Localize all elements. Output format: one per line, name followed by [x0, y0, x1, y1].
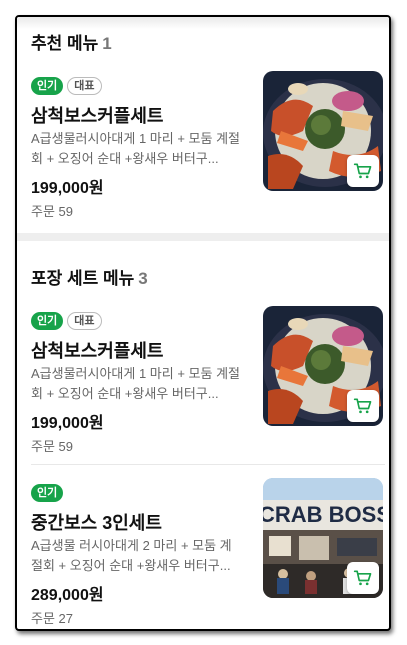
section-title-recommended: 추천 메뉴 1	[31, 29, 112, 54]
cart-icon	[353, 570, 372, 586]
add-to-cart-button[interactable]	[347, 390, 379, 422]
popular-badge: 인기	[31, 484, 64, 502]
popular-badge: 인기	[31, 77, 64, 95]
item-order-count: 주문 27	[31, 611, 73, 626]
section-count: 1	[102, 34, 112, 53]
item-badges: 인기	[31, 484, 64, 502]
section-divider	[17, 233, 389, 241]
add-to-cart-button[interactable]	[347, 562, 379, 594]
section-count: 3	[138, 269, 148, 288]
section-title-text: 포장 세트 메뉴	[31, 269, 135, 288]
item-badges: 인기 대표	[31, 77, 102, 95]
popular-badge: 인기	[31, 312, 64, 330]
section-title-text: 추천 메뉴	[31, 34, 99, 53]
item-order-count: 주문 59	[31, 204, 73, 219]
item-divider	[31, 464, 385, 465]
section-title-takeout-sets: 포장 세트 메뉴 3	[31, 264, 148, 289]
scroll-shadow	[17, 17, 389, 29]
item-description: A급생물러시아대게 1 마리 + 모둠 계절회 + 오징어 순대 +왕새우 버터…	[31, 131, 240, 166]
item-description: A급생물 러시아대게 2 마리 + 모둠 계절회 + 오징어 순대 +왕새우 버…	[31, 538, 232, 573]
representative-badge: 대표	[67, 77, 102, 95]
representative-badge: 대표	[67, 312, 102, 330]
cart-icon	[353, 398, 372, 414]
item-order-count: 주문 59	[31, 439, 73, 454]
item-description: A급생물러시아대게 1 마리 + 모둠 계절회 + 오징어 순대 +왕새우 버터…	[31, 366, 240, 401]
cart-icon	[353, 163, 372, 179]
menu-item[interactable]: 인기 대표 삼척보스커플세트 A급생물러시아대게 1 마리 + 모둠 계절회 +…	[31, 306, 383, 454]
item-name: 삼척보스커플세트	[31, 341, 164, 361]
item-name: 삼척보스커플세트	[31, 106, 164, 126]
item-price: 289,000원	[31, 587, 104, 604]
add-to-cart-button[interactable]	[347, 155, 379, 187]
storefront-sign-text: CRAB BOSS	[263, 502, 383, 527]
item-badges: 인기 대표	[31, 312, 102, 330]
item-photo[interactable]	[263, 306, 383, 426]
menu-item[interactable]: 인기 대표 삼척보스커플세트 A급생물러시아대게 1 마리 + 모둠 계절회 +…	[31, 71, 383, 219]
item-photo[interactable]: CRAB BOSS	[263, 478, 383, 598]
item-price: 199,000원	[31, 180, 104, 197]
item-photo[interactable]	[263, 71, 383, 191]
item-name: 중간보스 3인세트	[31, 513, 162, 533]
menu-panel: 추천 메뉴 1 인기 대표 삼척보스커플세트 A급생물러시아대게 1 마리 + 모…	[15, 15, 391, 631]
item-price: 199,000원	[31, 415, 104, 432]
menu-item[interactable]: 인기 중간보스 3인세트 A급생물 러시아대게 2 마리 + 모둠 계절회 + …	[31, 478, 383, 626]
